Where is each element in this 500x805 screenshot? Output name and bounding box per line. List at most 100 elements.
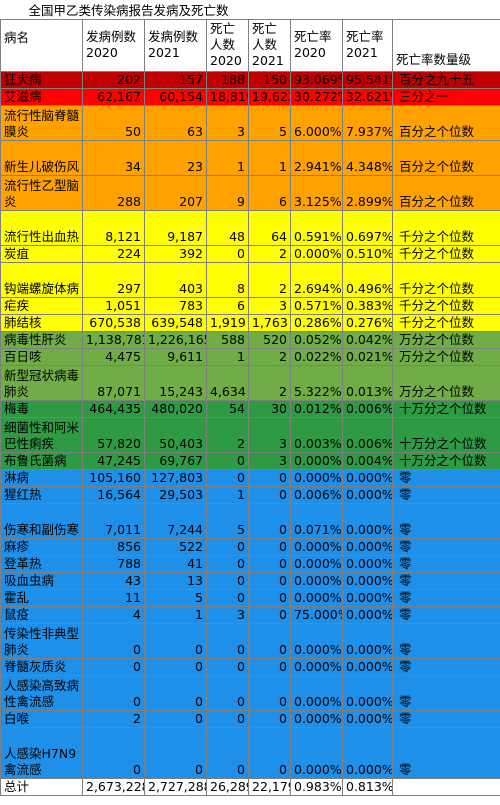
rate-magnitude: 零: [391, 622, 500, 659]
cases-2021: 13: [144, 571, 207, 590]
deaths-2021: 0: [248, 657, 291, 676]
deaths-2020: 9: [206, 174, 249, 211]
rate-2020: 0.000%: [290, 588, 343, 607]
rate-2021: 0.000%: [342, 571, 393, 590]
deaths-2020: 0: [206, 622, 249, 659]
rate-magnitude: 零: [391, 605, 500, 624]
deaths-2021: 2: [248, 244, 291, 263]
deaths-2020: 18,819: [206, 87, 249, 106]
rate-2021: 0.000%: [342, 674, 393, 711]
rate-2020: 0.071%: [290, 502, 343, 539]
rate-2021: 0.006%: [342, 399, 393, 418]
cases-2020: 288: [82, 174, 145, 211]
rate-magnitude: 千分之个位数: [391, 313, 500, 332]
rate-2020: 0.012%: [290, 399, 343, 418]
rate-2020: 0.000%: [290, 244, 343, 263]
table-row: 疟疾 1,051 783 6 3 0.571% 0.383% 千分之个位数: [0, 296, 500, 315]
disease-name: 霍乱: [0, 588, 83, 607]
cases-2020: 2: [82, 709, 145, 728]
cases-2021: 0: [144, 726, 207, 779]
deaths-2021: 520: [248, 330, 291, 349]
rate-2021: 0.510%: [342, 244, 393, 263]
total-deaths-2021: 22,179: [248, 777, 291, 796]
table-row: 流行性脑脊髓膜炎 50 63 3 5 6.000% 7.937% 百分之个位数: [0, 104, 500, 141]
header-rate-magnitude: 死亡率数量级: [391, 18, 500, 72]
deaths-2020: 0: [206, 709, 249, 728]
header-rate-2021: 死亡率 2021: [342, 18, 393, 72]
rate-2021: 0.000%: [342, 537, 393, 556]
cases-2021: 783: [144, 296, 207, 315]
rate-2021: 0.006%: [342, 416, 393, 453]
rate-2021: 7.937%: [342, 104, 393, 141]
table-row: 人感染高致病性禽流感 0 0 0 0 0.000% 0.000% 零: [0, 674, 500, 711]
header-row: 病名 发病例数 2020 发病例数 2021 死亡 人数 2020 死亡 人数 2021…: [0, 18, 500, 72]
header-deaths-2020: 死亡 人数 2020: [206, 18, 249, 72]
rate-magnitude: 零: [391, 502, 500, 539]
rate-2021: 0.000%: [342, 622, 393, 659]
cases-2020: 0: [82, 657, 145, 676]
disease-name: 鼠疫: [0, 605, 83, 624]
cases-2021: 522: [144, 537, 207, 556]
rate-2021: 0.000%: [342, 726, 393, 779]
deaths-2021: 3: [248, 296, 291, 315]
rate-2020: 0.006%: [290, 485, 343, 504]
deaths-2021: 19,623: [248, 87, 291, 106]
rate-2021: 0.000%: [342, 554, 393, 573]
rate-magnitude: 零: [391, 726, 500, 779]
total-cases-2020: 2,673,228: [82, 777, 145, 796]
disease-name: 新生儿破伤风: [0, 139, 83, 176]
cases-2020: 202: [82, 70, 145, 89]
cases-2020: 62,167: [82, 87, 145, 106]
rate-magnitude: 三分之一: [391, 87, 500, 106]
header-cases-2021: 发病例数 2021: [144, 18, 207, 72]
deaths-2021: 64: [248, 209, 291, 246]
disease-name: 吸血虫病: [0, 571, 83, 590]
rate-2021: 0.000%: [342, 468, 393, 487]
rate-magnitude: 零: [391, 468, 500, 487]
cases-2020: 297: [82, 261, 145, 298]
cases-2020: 4,475: [82, 347, 145, 366]
disease-name: 白喉: [0, 709, 83, 728]
table-row: 炭疽 224 392 0 2 0.000% 0.510% 千分之个位数: [0, 244, 500, 263]
disease-name: 布鲁氏菌病: [0, 451, 83, 470]
rate-2021: 0.697%: [342, 209, 393, 246]
cases-2021: 60,154: [144, 87, 207, 106]
total-rate-magnitude: [391, 777, 500, 796]
cases-2020: 7,011: [82, 502, 145, 539]
rate-2021: 0.000%: [342, 502, 393, 539]
rate-2020: 0.000%: [290, 537, 343, 556]
total-rate-2020: 0.983%: [290, 777, 343, 796]
table-row: 人感染H7N9 禽流感 0 0 0 0 0.000% 0.000% 零: [0, 726, 500, 779]
cases-2021: 0: [144, 674, 207, 711]
rate-magnitude: 百分之个位数: [391, 139, 500, 176]
disease-name: 人感染H7N9 禽流感: [0, 726, 83, 779]
rate-magnitude: 十万分之个位数: [391, 399, 500, 418]
deaths-2020: 0: [206, 726, 249, 779]
deaths-2021: 3: [248, 451, 291, 470]
deaths-2021: 30: [248, 399, 291, 418]
cases-2021: 63: [144, 104, 207, 141]
rate-2021: 0.000%: [342, 657, 393, 676]
rate-magnitude: 零: [391, 709, 500, 728]
rate-magnitude: 百分之个位数: [391, 104, 500, 141]
deaths-2021: 0: [248, 468, 291, 487]
rate-magnitude: 万分之个位数: [391, 330, 500, 349]
cases-2021: 23: [144, 139, 207, 176]
rate-2020: 0.571%: [290, 296, 343, 315]
deaths-2020: 0: [206, 451, 249, 470]
disease-name: 肺结核: [0, 313, 83, 332]
cases-2021: 29,503: [144, 485, 207, 504]
deaths-2020: 0: [206, 674, 249, 711]
deaths-2020: 8: [206, 261, 249, 298]
deaths-2021: 0: [248, 605, 291, 624]
cases-2021: 1: [144, 605, 207, 624]
rate-2020: 0.000%: [290, 451, 343, 470]
disease-name: 淋病: [0, 468, 83, 487]
rate-2020: 0.022%: [290, 347, 343, 366]
cases-2020: 0: [82, 622, 145, 659]
rate-2020: 6.000%: [290, 104, 343, 141]
total-cases-2021: 2,727,288: [144, 777, 207, 796]
deaths-2021: 5: [248, 104, 291, 141]
deaths-2020: 6: [206, 296, 249, 315]
cases-2020: 105,160: [82, 468, 145, 487]
